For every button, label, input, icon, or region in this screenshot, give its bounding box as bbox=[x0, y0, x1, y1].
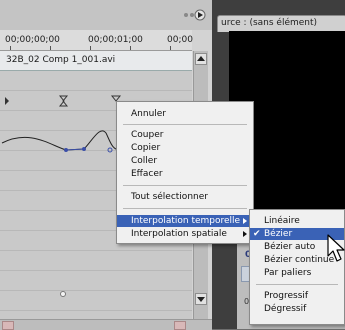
bezier-handle-point[interactable] bbox=[107, 147, 113, 153]
arrow-cursor-icon bbox=[327, 234, 345, 262]
velocity-curve[interactable] bbox=[1, 130, 121, 151]
interpolation-submenu: Linéaire ✔ Bézier Bézier auto Bézier cont… bbox=[249, 209, 345, 325]
menu-separator bbox=[123, 124, 247, 125]
keyframe-left-icon[interactable] bbox=[5, 97, 9, 105]
clip-name: 32B_02 Comp 1_001.avi bbox=[6, 55, 116, 65]
time-ruler[interactable]: 00;00;00;00 00;00;01;00 00;00 bbox=[0, 30, 193, 51]
keyframe-icon[interactable] bbox=[58, 95, 69, 107]
tab-source-monitor[interactable]: urce : (sans élément) bbox=[217, 15, 345, 32]
menu-item-label: Par paliers bbox=[264, 268, 312, 278]
clip-bar[interactable]: 32B_02 Comp 1_001.avi bbox=[0, 51, 192, 71]
menu-item-label: Annuler bbox=[131, 109, 167, 119]
horizontal-scrollbar[interactable] bbox=[0, 319, 212, 330]
panel-menu-icon[interactable] bbox=[176, 5, 206, 25]
menu-item-label: Bézier continue bbox=[264, 255, 335, 265]
ruler-tick bbox=[50, 46, 51, 50]
scroll-down-button[interactable] bbox=[195, 293, 207, 305]
timecode-end: 00;00 bbox=[167, 35, 193, 45]
menu-item-label: Effacer bbox=[131, 169, 163, 179]
arrow-up-icon bbox=[197, 56, 205, 61]
menu-item-label: Tout sélectionner bbox=[131, 192, 208, 202]
submenu-arrow-icon bbox=[243, 218, 247, 224]
menu-item-tout-selectionner[interactable]: Tout sélectionner bbox=[117, 191, 253, 203]
menu-item-couper[interactable]: Couper bbox=[117, 129, 253, 141]
scroll-up-button[interactable] bbox=[195, 53, 207, 65]
submenu-item-lineaire[interactable]: Linéaire bbox=[250, 215, 344, 227]
menu-item-annuler[interactable]: Annuler bbox=[117, 108, 253, 120]
menu-item-label: Interpolation temporelle bbox=[131, 216, 241, 226]
checkmark-icon: ✔ bbox=[253, 229, 261, 239]
menu-separator bbox=[123, 208, 247, 209]
menu-item-copier[interactable]: Copier bbox=[117, 142, 253, 154]
playhead-marker[interactable] bbox=[60, 291, 66, 297]
bezier-handle[interactable] bbox=[65, 148, 85, 151]
menu-separator bbox=[123, 185, 247, 186]
bezier-handle-point[interactable] bbox=[64, 148, 68, 152]
menu-item-coller[interactable]: Coller bbox=[117, 155, 253, 167]
menu-item-interpolation-temporelle[interactable]: Interpolation temporelle bbox=[117, 215, 253, 227]
timecode-start: 00;00;00;00 bbox=[5, 35, 60, 45]
bezier-handle-point[interactable] bbox=[82, 147, 86, 151]
submenu-item-progressif[interactable]: Progressif bbox=[250, 290, 344, 302]
ruler-tick bbox=[10, 46, 11, 50]
submenu-item-par-paliers[interactable]: Par paliers bbox=[250, 267, 344, 279]
submenu-arrow-icon bbox=[243, 231, 247, 237]
arrow-down-icon bbox=[197, 297, 205, 302]
menu-item-effacer[interactable]: Effacer bbox=[117, 168, 253, 180]
timecode-mid: 00;00;01;00 bbox=[88, 35, 143, 45]
ruler-tick bbox=[90, 46, 91, 50]
menu-item-label: Bézier bbox=[264, 229, 293, 239]
ruler-tick bbox=[130, 46, 131, 50]
menu-item-label: Dégressif bbox=[264, 304, 307, 314]
menu-item-label: Couper bbox=[131, 130, 164, 140]
menu-item-interpolation-spatiale[interactable]: Interpolation spatiale bbox=[117, 228, 253, 240]
menu-separator bbox=[256, 284, 338, 285]
menu-item-label: Progressif bbox=[264, 291, 309, 301]
menu-item-label: Copier bbox=[131, 143, 161, 153]
tab-label: urce : (sans élément) bbox=[221, 18, 318, 28]
menu-item-label: Linéaire bbox=[264, 216, 300, 226]
menu-item-label: Coller bbox=[131, 156, 158, 166]
submenu-item-degressif[interactable]: Dégressif bbox=[250, 303, 344, 315]
menu-item-label: Bézier auto bbox=[264, 242, 316, 252]
menu-item-label: Interpolation spatiale bbox=[131, 229, 227, 239]
context-menu: Annuler Couper Copier Coller Effacer Tou… bbox=[116, 101, 254, 244]
ruler-tick bbox=[170, 46, 171, 50]
